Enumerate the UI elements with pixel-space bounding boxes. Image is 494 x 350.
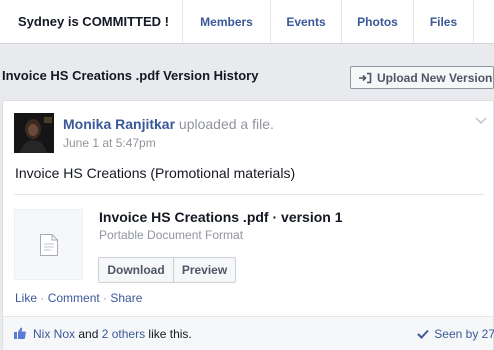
seen-by-label: Seen by 27 (434, 327, 494, 341)
likes-summary: Nix Nox and 2 others like this. (33, 327, 192, 341)
document-icon (39, 233, 58, 256)
comment-link[interactable]: Comment (48, 291, 100, 305)
action-separator: · (37, 291, 48, 305)
likes-others-link[interactable]: 2 others (102, 327, 145, 341)
likes-bar: Nix Nox and 2 others like this. Seen by … (3, 316, 494, 350)
share-link[interactable]: Share (110, 291, 142, 305)
tab-photos[interactable]: Photos (342, 0, 414, 43)
upload-new-version-label: Upload New Version (377, 70, 493, 85)
group-top-nav: Sydney is COMMITTED ! Members Events Pho… (0, 0, 494, 44)
upload-arrow-icon (358, 72, 372, 84)
file-name[interactable]: Invoice HS Creations .pdf · version 1 (99, 209, 343, 225)
post-text: Invoice HS Creations (Promotional materi… (15, 165, 296, 181)
tab-files[interactable]: Files (414, 0, 474, 43)
thumbs-up-icon (13, 326, 27, 340)
likes-and: and (75, 327, 102, 341)
post-action-text: uploaded a file. (178, 116, 274, 132)
likes-suffix: like this. (145, 327, 192, 341)
author-name[interactable]: Monika Ranjitkar (63, 116, 175, 132)
chevron-down-icon[interactable] (474, 113, 488, 125)
divider (14, 194, 484, 195)
check-icon (417, 329, 430, 339)
post-actions: Like · Comment · Share (15, 291, 142, 305)
file-type: Portable Document Format (99, 228, 244, 242)
file-actions: Download Preview (98, 257, 236, 283)
tab-events[interactable]: Events (271, 0, 342, 43)
group-name[interactable]: Sydney is COMMITTED ! (0, 0, 183, 43)
file-thumbnail[interactable] (14, 209, 83, 280)
version-history-title: Invoice HS Creations .pdf Version Histor… (2, 68, 259, 83)
like-link[interactable]: Like (15, 291, 37, 305)
preview-button[interactable]: Preview (174, 258, 235, 282)
liker-name[interactable]: Nix Nox (33, 327, 75, 341)
tab-members[interactable]: Members (183, 0, 271, 43)
download-button[interactable]: Download (99, 258, 174, 282)
post-author-line: Monika Ranjitkar uploaded a file. (63, 116, 274, 132)
avatar[interactable] (14, 113, 54, 153)
seen-by[interactable]: Seen by 27 (417, 327, 494, 341)
action-separator: · (99, 291, 111, 305)
file-post-card: Monika Ranjitkar uploaded a file. June 1… (2, 100, 494, 350)
upload-new-version-button[interactable]: Upload New Version (350, 66, 494, 89)
post-timestamp[interactable]: June 1 at 5:47pm (63, 136, 156, 150)
